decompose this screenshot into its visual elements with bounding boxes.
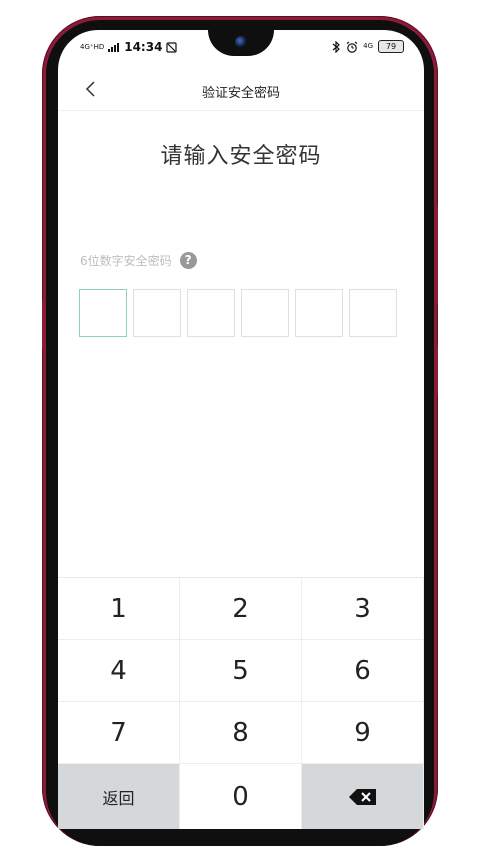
pin-digit-box[interactable] xyxy=(187,289,235,337)
help-icon[interactable]: ? xyxy=(179,252,197,269)
no-sim-icon xyxy=(166,41,178,53)
key-5[interactable]: 5 xyxy=(180,640,302,702)
status-time: 14:34 xyxy=(124,40,163,54)
bluetooth-icon xyxy=(332,40,340,53)
backspace-icon xyxy=(348,788,376,805)
page-title: 验证安全密码 xyxy=(201,86,280,101)
main-heading: 请输入安全密码 xyxy=(160,144,322,169)
key-7[interactable]: 7 xyxy=(58,702,180,764)
key-4[interactable]: 4 xyxy=(58,640,180,702)
numeric-keypad: 1 2 3 4 5 6 7 8 9 返回 0 xyxy=(58,577,424,829)
pin-digit-box[interactable] xyxy=(349,289,397,337)
key-8[interactable]: 8 xyxy=(180,702,302,764)
hint-text: 6位数字安全密码 xyxy=(80,254,172,268)
signal-label: 4G⁺HD xyxy=(80,42,105,51)
phone-screen: 4G⁺HD 14:34 4G 79 验证安全密码 请输入安全密码 6位数字安全密… xyxy=(58,30,424,829)
phone-right-button-2 xyxy=(434,345,438,395)
pin-input[interactable] xyxy=(79,289,397,337)
key-9[interactable]: 9 xyxy=(302,702,424,764)
key-1[interactable]: 1 xyxy=(58,578,180,640)
key-2[interactable]: 2 xyxy=(180,578,302,640)
network-type-label: 4G xyxy=(363,42,373,50)
delete-button[interactable] xyxy=(302,764,424,829)
pin-digit-box[interactable] xyxy=(295,289,343,337)
signal-bars-icon xyxy=(108,42,120,52)
return-button[interactable]: 返回 xyxy=(58,764,180,829)
pin-digit-box[interactable] xyxy=(79,289,127,337)
pin-digit-box[interactable] xyxy=(133,289,181,337)
alarm-icon xyxy=(346,41,358,53)
app-header: 验证安全密码 xyxy=(58,70,424,111)
phone-right-button-1 xyxy=(434,205,438,305)
key-3[interactable]: 3 xyxy=(302,578,424,640)
battery-level: 79 xyxy=(385,42,397,51)
status-bar: 4G⁺HD 14:34 4G 79 xyxy=(58,30,424,64)
phone-left-button xyxy=(42,300,46,350)
key-0[interactable]: 0 xyxy=(180,764,302,829)
password-hint: 6位数字安全密码 ? xyxy=(80,252,197,269)
battery-icon: 79 xyxy=(378,40,404,53)
pin-digit-box[interactable] xyxy=(241,289,289,337)
key-6[interactable]: 6 xyxy=(302,640,424,702)
